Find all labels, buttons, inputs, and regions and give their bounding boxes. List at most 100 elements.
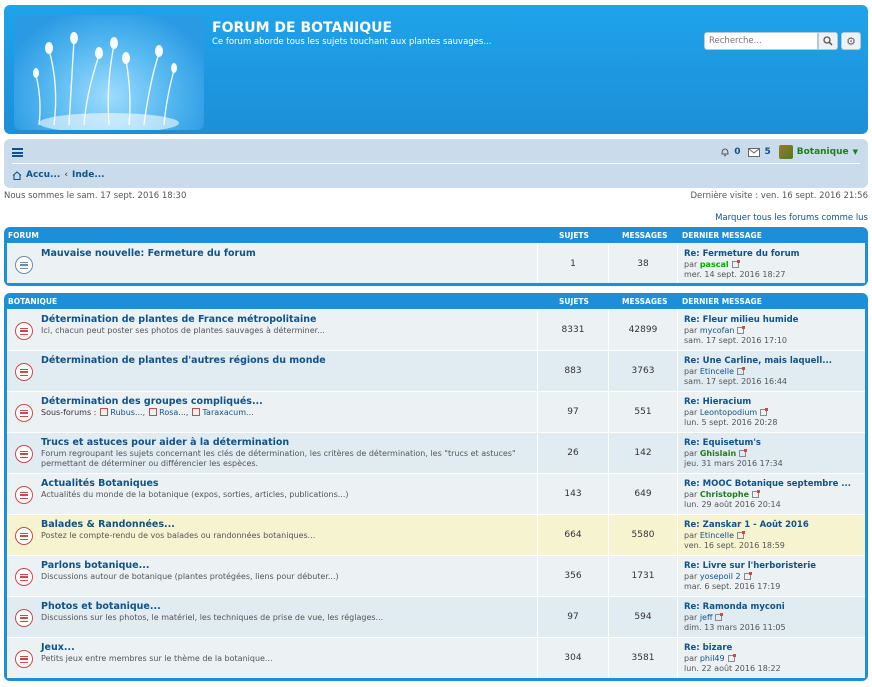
search-button[interactable] bbox=[818, 32, 838, 50]
last-post: Re: Equisetum's par Ghislain jeu. 31 mar… bbox=[677, 433, 865, 473]
last-post-author: par Leontopodium bbox=[684, 408, 865, 417]
view-latest-post-icon[interactable] bbox=[743, 572, 752, 580]
last-post-title-link[interactable]: Re: Fleur milieu humide bbox=[684, 315, 865, 325]
view-latest-post-icon[interactable] bbox=[752, 490, 761, 498]
subforums-label: Sous-forums : bbox=[41, 408, 97, 417]
last-post: Re: Ramonda myconi par jeff dim. 13 mars… bbox=[677, 597, 865, 637]
last-post-title-link[interactable]: Re: Zanskar 1 - Août 2016 bbox=[684, 520, 865, 530]
forum-title-link[interactable]: Détermination des groupes compliqués... bbox=[41, 396, 263, 407]
forum-title-link[interactable]: Actualités Botaniques bbox=[41, 478, 159, 489]
forum-title-link[interactable]: Mauvaise nouvelle: Fermeture du forum bbox=[41, 248, 256, 259]
forum-row[interactable]: Détermination de plantes d'autres région… bbox=[7, 350, 865, 391]
breadcrumb-home[interactable]: Accu... bbox=[26, 170, 60, 180]
last-post-date: sam. 17 sept. 2016 17:10 bbox=[684, 336, 788, 345]
navbar: 0 5 Botanique ▼ Accu... ‹ Inde... bbox=[4, 139, 868, 188]
notifications-count[interactable]: 0 bbox=[734, 147, 740, 157]
author-link[interactable]: jeff bbox=[700, 613, 713, 622]
view-latest-post-icon[interactable] bbox=[737, 326, 746, 334]
last-post-title-link[interactable]: Re: Hieracium bbox=[684, 397, 865, 407]
forum-row[interactable]: Balades & Randonnées... Postez le compte-… bbox=[7, 514, 865, 555]
view-latest-post-icon[interactable] bbox=[731, 260, 740, 268]
forum-description: Discussions sur les photos, le matériel,… bbox=[41, 613, 384, 622]
last-post-title-link[interactable]: Re: bizare bbox=[684, 643, 865, 653]
subforum-link[interactable]: Rosa..., bbox=[149, 408, 188, 417]
forum-row[interactable]: Détermination de plantes de France métro… bbox=[7, 309, 865, 350]
forum-title-link[interactable]: Photos et botanique... bbox=[41, 601, 161, 612]
forum-title-link[interactable]: Parlons botanique... bbox=[41, 560, 149, 571]
forum-title-link[interactable]: Trucs et astuces pour aider à la détermi… bbox=[41, 437, 289, 448]
topics-count: 143 bbox=[537, 474, 608, 514]
category-title[interactable]: BOTANIQUE bbox=[8, 297, 57, 306]
view-latest-post-icon[interactable] bbox=[737, 367, 745, 375]
last-post-column-header: DERNIER MESSAGE bbox=[682, 296, 762, 306]
forum-row[interactable]: Détermination des groupes compliqués... … bbox=[7, 391, 865, 432]
author-link[interactable]: phil49 bbox=[700, 654, 725, 663]
mark-all-read-link[interactable]: Marquer tous les forums comme lus bbox=[715, 213, 868, 223]
search-icon bbox=[823, 36, 833, 46]
last-post-title-link[interactable]: Re: Fermeture du forum bbox=[684, 249, 865, 259]
last-post-title-link[interactable]: Re: Equisetum's bbox=[684, 438, 865, 448]
forum-title-link[interactable]: Balades & Randonnées... bbox=[41, 519, 175, 530]
author-link[interactable]: Leontopodium bbox=[700, 408, 757, 417]
last-post-author: par mycofan bbox=[684, 326, 865, 335]
last-post-title-link[interactable]: Re: Une Carline, mais laquell... bbox=[684, 356, 865, 366]
forum-row[interactable]: Jeux... Petits jeux entre membres sur le … bbox=[7, 637, 865, 678]
author-link[interactable]: mycofan bbox=[700, 326, 735, 335]
forum-row[interactable]: Trucs et astuces pour aider à la détermi… bbox=[7, 432, 865, 473]
last-post-column-header: DERNIER MESSAGE bbox=[682, 230, 762, 240]
chevron-down-icon[interactable]: ▼ bbox=[853, 148, 858, 156]
author-link[interactable]: pascal bbox=[700, 260, 729, 269]
last-post-author: par Ghislain bbox=[684, 449, 865, 458]
username-link[interactable]: Botanique bbox=[797, 147, 849, 157]
site-logo[interactable] bbox=[14, 15, 204, 130]
avatar[interactable] bbox=[778, 145, 793, 159]
author-link[interactable]: Ghislain bbox=[700, 449, 736, 458]
forum-row[interactable]: Mauvaise nouvelle: Fermeture du forum 1 … bbox=[7, 243, 865, 283]
advanced-search-button[interactable]: ⚙ bbox=[841, 32, 861, 50]
view-latest-post-icon[interactable] bbox=[715, 613, 724, 621]
view-latest-post-icon[interactable] bbox=[737, 531, 745, 539]
subforum-link[interactable]: Rubus..., bbox=[100, 408, 145, 417]
breadcrumb-index[interactable]: Inde... bbox=[72, 170, 105, 180]
category-title[interactable]: FORUM bbox=[8, 231, 39, 240]
author-link[interactable]: Etincelle bbox=[700, 531, 734, 540]
forum-title-link[interactable]: Détermination de plantes de France métro… bbox=[41, 314, 316, 325]
view-latest-post-icon[interactable] bbox=[727, 654, 736, 662]
posts-count: 649 bbox=[608, 474, 677, 514]
last-post-title-link[interactable]: Re: Livre sur l'herboristerie bbox=[684, 561, 865, 571]
envelope-icon[interactable] bbox=[748, 147, 761, 157]
posts-count: 594 bbox=[608, 597, 677, 637]
view-latest-post-icon[interactable] bbox=[739, 449, 748, 457]
forum-row[interactable]: Photos et botanique... Discussions sur le… bbox=[7, 596, 865, 637]
forum-title-link[interactable]: Détermination de plantes d'autres région… bbox=[41, 355, 326, 366]
posts-count: 38 bbox=[608, 244, 677, 283]
last-post-author: par yosepoil 2 bbox=[684, 572, 865, 581]
menu-icon[interactable] bbox=[12, 148, 23, 157]
forum-row[interactable]: Actualités Botaniques Actualités du monde… bbox=[7, 473, 865, 514]
forum-title-link[interactable]: Jeux... bbox=[41, 642, 75, 653]
subforum-link[interactable]: Taraxacum... bbox=[192, 408, 253, 417]
last-post: Re: Fleur milieu humide par mycofan sam.… bbox=[677, 310, 865, 350]
author-link[interactable]: Christophe bbox=[700, 490, 749, 499]
topics-count: 664 bbox=[537, 515, 608, 555]
last-post-title-link[interactable]: Re: MOOC Botanique septembre ... bbox=[684, 479, 865, 489]
topics-count: 883 bbox=[537, 351, 608, 391]
bell-icon[interactable] bbox=[720, 147, 730, 157]
divider bbox=[12, 163, 860, 164]
by-label: par bbox=[684, 654, 698, 663]
author-link[interactable]: Etincelle bbox=[700, 367, 734, 376]
home-icon[interactable] bbox=[12, 170, 22, 180]
view-latest-post-icon[interactable] bbox=[760, 408, 769, 416]
topics-count: 304 bbox=[537, 638, 608, 678]
last-post-date: lun. 29 août 2016 20:14 bbox=[684, 500, 781, 509]
topics-count: 97 bbox=[537, 597, 608, 637]
messages-count[interactable]: 5 bbox=[764, 147, 770, 157]
forum-row[interactable]: Parlons botanique... Discussions autour d… bbox=[7, 555, 865, 596]
site-title[interactable]: FORUM DE BOTANIQUE bbox=[212, 20, 392, 36]
search-input[interactable] bbox=[704, 32, 818, 50]
last-post: Re: Zanskar 1 - Août 2016 par Etincelle … bbox=[677, 515, 865, 555]
author-link[interactable]: yosepoil 2 bbox=[700, 572, 741, 581]
last-post-date: lun. 5 sept. 2016 20:28 bbox=[684, 418, 778, 427]
last-post-title-link[interactable]: Re: Ramonda myconi bbox=[684, 602, 865, 612]
posts-count: 142 bbox=[608, 433, 677, 473]
